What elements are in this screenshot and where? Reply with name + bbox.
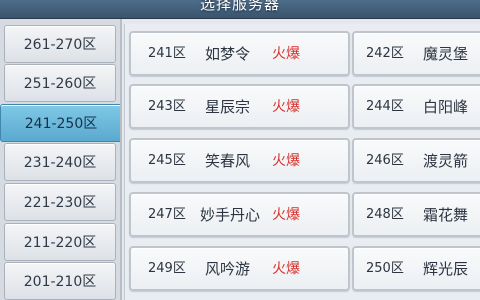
zone-tab-261-270[interactable]: 261-270区 xyxy=(4,25,116,63)
server-status-hot: 火爆 xyxy=(272,153,300,169)
server-number: 250区 xyxy=(366,261,404,276)
server-status-hot: 火爆 xyxy=(272,207,300,223)
server-name: 星辰宗 xyxy=(205,98,251,116)
window-title: 选择服务器 xyxy=(199,0,280,13)
server-cell-248[interactable]: 248区 霜花舞 xyxy=(352,192,480,237)
server-cell-247[interactable]: 247区 妙手丹心 火爆 xyxy=(129,192,350,237)
server-cell-244[interactable]: 244区 白阳峰 xyxy=(352,84,480,129)
server-cell-246[interactable]: 246区 渡灵箭 xyxy=(352,138,480,183)
server-cell-243[interactable]: 243区 星辰宗 火爆 xyxy=(129,84,350,129)
server-name: 风吟游 xyxy=(205,260,251,278)
server-name: 笑春风 xyxy=(205,152,251,170)
server-name: 辉光辰 xyxy=(423,260,469,278)
server-name: 魔灵堡 xyxy=(423,45,469,63)
window-header: 选择服务器 xyxy=(0,0,480,19)
server-number: 243区 xyxy=(148,99,186,114)
zone-tab-201-210[interactable]: 201-210区 xyxy=(4,262,116,300)
server-number: 246区 xyxy=(366,153,404,168)
zone-range-sidebar: 261-270区 251-260区 241-250区 231-240区 221-… xyxy=(0,19,122,300)
server-number: 241区 xyxy=(148,46,186,61)
server-status-hot: 火爆 xyxy=(272,99,300,115)
server-cell-250[interactable]: 250区 辉光辰 xyxy=(352,246,480,291)
server-grid: 241区 如梦令 火爆 242区 魔灵堡 243区 星辰宗 火爆 244区 白阳… xyxy=(124,24,480,300)
zone-tab-211-220[interactable]: 211-220区 xyxy=(4,223,116,261)
zone-tab-241-250[interactable]: 241-250区 xyxy=(0,104,120,142)
server-cell-241[interactable]: 241区 如梦令 火爆 xyxy=(129,31,350,76)
zone-tab-231-240[interactable]: 231-240区 xyxy=(4,143,116,181)
server-status-hot: 火爆 xyxy=(272,46,300,62)
server-cell-242[interactable]: 242区 魔灵堡 xyxy=(352,31,480,76)
server-number: 249区 xyxy=(148,261,186,276)
server-number: 245区 xyxy=(148,153,186,168)
server-number: 242区 xyxy=(366,46,404,61)
server-number: 244区 xyxy=(366,99,404,114)
server-number: 247区 xyxy=(148,207,186,222)
server-name: 白阳峰 xyxy=(423,98,469,116)
server-name: 妙手丹心 xyxy=(200,206,261,224)
server-cell-249[interactable]: 249区 风吟游 火爆 xyxy=(129,246,350,291)
server-name: 霜花舞 xyxy=(423,206,469,224)
server-number: 248区 xyxy=(366,207,404,222)
server-cell-245[interactable]: 245区 笑春风 火爆 xyxy=(129,138,350,183)
server-name: 渡灵箭 xyxy=(423,152,469,170)
zone-tab-251-260[interactable]: 251-260区 xyxy=(4,64,116,102)
zone-tab-221-230[interactable]: 221-230区 xyxy=(4,183,116,221)
server-name: 如梦令 xyxy=(205,45,251,63)
server-status-hot: 火爆 xyxy=(272,261,300,277)
